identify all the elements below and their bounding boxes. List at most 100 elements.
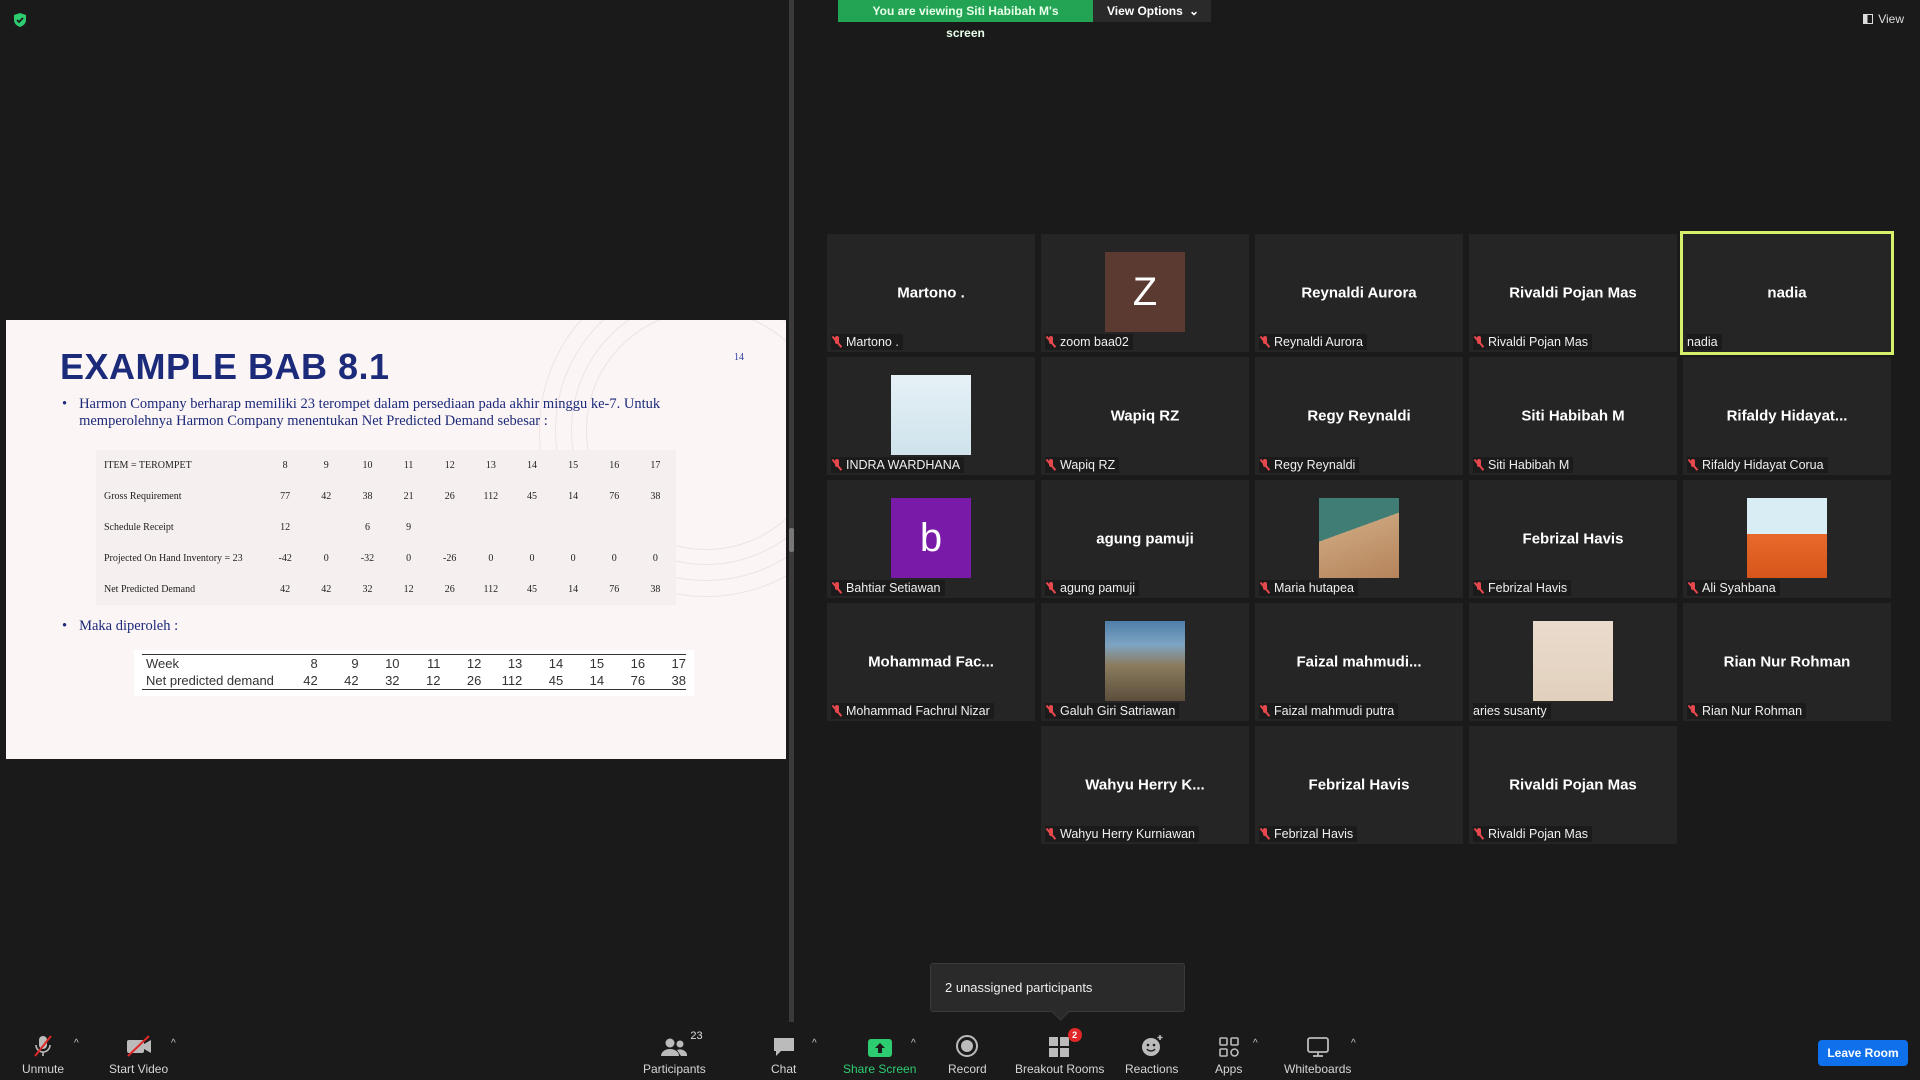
record-button[interactable]: Record [948,1032,987,1076]
participant-tile[interactable]: Reynaldi Aurora Reynaldi Aurora [1255,234,1463,352]
view-options-label: View Options [1107,4,1183,18]
share-options-caret-icon[interactable]: ^ [911,1038,916,1049]
participant-tile[interactable]: Febrizal Havis Febrizal Havis [1469,480,1677,598]
mic-muted-icon [831,336,843,348]
mic-muted-icon [831,459,843,471]
table-cell: 38 [650,584,661,595]
mic-muted-icon [1045,336,1057,348]
table-cell: 0 [611,553,617,564]
participant-tile[interactable]: nadia nadia [1680,231,1894,355]
participant-name-tag: Galuh Giri Satriawan [1045,703,1180,719]
table-cell: 14 [527,460,537,471]
participant-tile[interactable]: Febrizal Havis Febrizal Havis [1255,726,1463,844]
participant-tile[interactable]: agung pamuji agung pamuji [1041,480,1249,598]
table-cell: 26 [466,673,482,688]
mrp-table: ITEM = TEROMPET 8 9 10 11 12 13 14 15 16 17 Gross R… [96,450,676,605]
participant-tile[interactable]: Mohammad Fac... Mohammad Fachrul Nizar [827,603,1035,721]
table-cell: 14 [548,656,564,671]
participant-name-tag: Faizal mahmudi putra [1259,703,1399,719]
table-cell: 6 [364,522,370,533]
participants-button[interactable]: 23 Participants [643,1030,706,1076]
participant-tile[interactable]: Maria hutapea [1255,480,1463,598]
slide-title: EXAMPLE BAB 8.1 [60,346,390,387]
mic-muted-icon [831,705,843,717]
participant-tile[interactable]: Rifaldy Hidayat... Rifaldy Hidayat Corua [1683,357,1891,475]
participant-tile[interactable]: Rivaldi Pojan Mas Rivaldi Pojan Mas [1469,234,1677,352]
table-cell: 26 [444,584,455,595]
share-screen-label: Share Screen [843,1062,917,1076]
whiteboards-button[interactable]: Whiteboards [1284,1032,1351,1076]
participant-tile[interactable]: Zzoom baa02 [1041,234,1249,352]
participant-display-name: Rivaldi Pojan Mas [1509,776,1637,794]
video-options-caret-icon[interactable]: ^ [171,1038,176,1049]
apps-button[interactable]: Apps [1215,1032,1242,1076]
chat-options-caret-icon[interactable]: ^ [812,1038,817,1049]
unmute-button[interactable]: Unmute [22,1032,64,1076]
participant-display-name: Martono . [897,284,965,302]
profile-photo [1533,621,1613,701]
security-shield-icon[interactable] [12,12,28,28]
participant-tile[interactable]: Galuh Giri Satriawan [1041,603,1249,721]
start-video-button[interactable]: Start Video [109,1032,168,1076]
mic-muted-icon [1045,705,1057,717]
apps-options-caret-icon[interactable]: ^ [1253,1038,1258,1049]
participants-label: Participants [643,1062,706,1076]
table-cell: 0 [529,553,535,564]
view-options-button[interactable]: View Options ⌄ [1093,0,1211,22]
table-cell: 9 [323,460,329,471]
participant-tile[interactable]: Siti Habibah M Siti Habibah M [1469,357,1677,475]
participant-name-tag: aries susanty [1473,703,1551,719]
row-label: Week [146,656,179,671]
panel-divider[interactable] [789,0,794,1030]
table-cell: 9 [351,656,359,671]
participant-tile[interactable]: Martono . Martono . [827,234,1035,352]
breakout-rooms-button[interactable]: 2 Breakout Rooms [1015,1028,1104,1076]
mic-muted-icon [1473,336,1485,348]
participant-tile[interactable]: Faizal mahmudi... Faizal mahmudi putra [1255,603,1463,721]
participant-tile[interactable]: b Bahtiar Setiawan [827,480,1035,598]
participant-name-label: Reynaldi Aurora [1274,335,1363,349]
participant-tile[interactable]: Regy Reynaldi Regy Reynaldi [1255,357,1463,475]
mic-muted-icon [1045,828,1057,840]
mic-muted-icon [1473,828,1485,840]
chat-button[interactable]: Chat [771,1032,796,1076]
share-screen-button[interactable]: Share Screen [843,1032,916,1076]
participant-tile[interactable]: Ali Syahbana [1683,480,1891,598]
table-cell: 8 [310,656,318,671]
mic-muted-icon [1687,705,1699,717]
participant-name-tag: Siti Habibah M [1473,457,1574,473]
participant-tile[interactable]: aries susanty [1469,603,1677,721]
participant-display-name: Rivaldi Pojan Mas [1509,284,1637,302]
participant-tile[interactable]: Wahyu Herry K... Wahyu Herry Kurniawan [1041,726,1249,844]
whiteboards-options-caret-icon[interactable]: ^ [1351,1038,1356,1049]
participant-name-tag: Regy Reynaldi [1259,457,1360,473]
table-cell: 0 [652,553,658,564]
view-button[interactable]: View [1863,12,1904,26]
table-cell: 26 [444,491,455,502]
mic-muted-icon [1687,582,1699,594]
participant-name-label: Rifaldy Hidayat Corua [1702,458,1824,472]
breakout-rooms-badge: 2 [1067,1028,1082,1042]
participant-display-name: Mohammad Fac... [868,653,994,671]
participant-name-tag: zoom baa02 [1045,334,1133,350]
slide-bullet-2: • Maka diperoleh : [62,618,178,635]
table-cell: 10 [362,460,373,471]
audio-options-caret-icon[interactable]: ^ [74,1038,79,1049]
participant-tile[interactable]: INDRA WARDHANA [827,357,1035,475]
participant-name-tag: Maria hutapea [1259,580,1358,596]
leave-room-button[interactable]: Leave Room [1818,1040,1908,1066]
divider-drag-handle[interactable] [789,528,794,552]
table-cell: 15 [589,656,605,671]
profile-photo [1747,498,1827,578]
reactions-button[interactable]: Reactions [1125,1032,1178,1076]
viewing-screen-label: You are viewing Siti Habibah M's screen [838,0,1093,40]
participant-display-name: Rian Nur Rohman [1723,653,1851,671]
participant-name-label: Bahtiar Setiawan [846,581,941,595]
table-cell: 12 [403,584,414,595]
mic-muted-icon [1473,459,1485,471]
participant-name-label: Wahyu Herry Kurniawan [1060,827,1196,841]
participant-tile[interactable]: Rivaldi Pojan Mas Rivaldi Pojan Mas [1469,726,1677,844]
participant-tile[interactable]: Rian Nur Rohman Rian Nur Rohman [1683,603,1891,721]
participant-tile[interactable]: Wapiq RZ Wapiq RZ [1041,357,1249,475]
row-label: Projected On Hand Inventory = 23 [104,553,243,564]
